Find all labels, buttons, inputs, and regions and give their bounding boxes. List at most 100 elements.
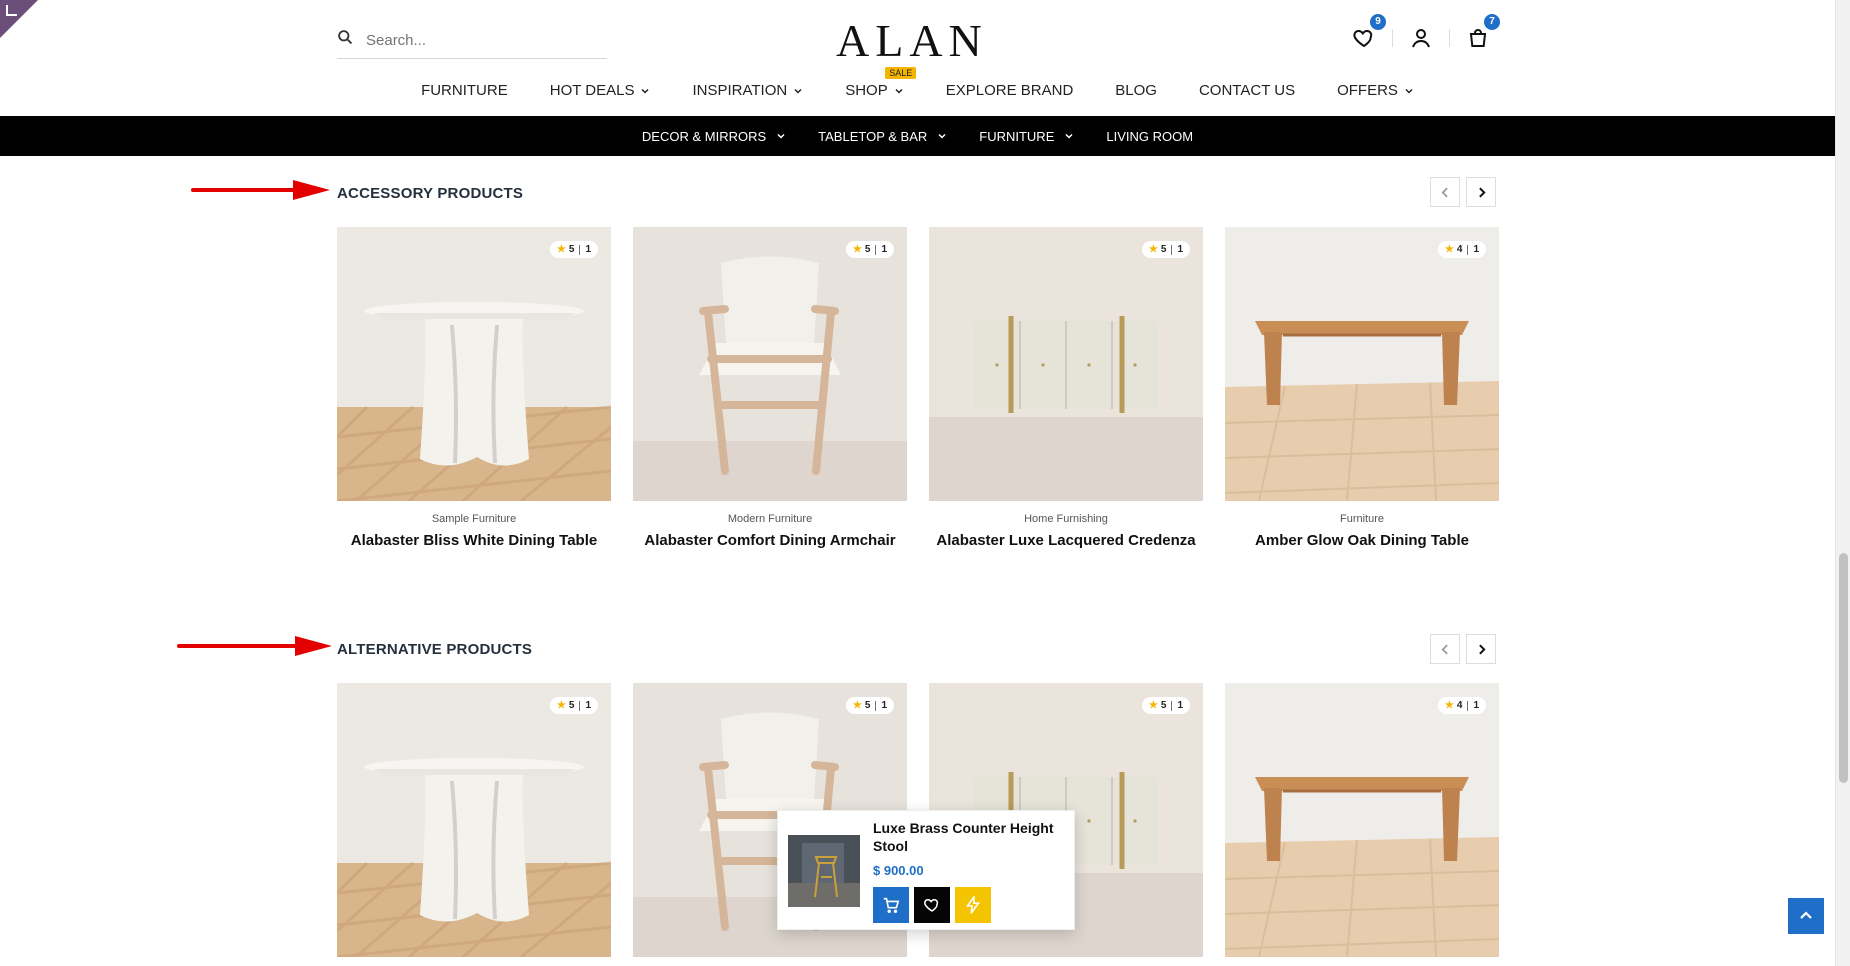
product-name[interactable]: Alabaster Comfort Dining Armchair — [633, 532, 907, 549]
quick-buy-button[interactable] — [955, 887, 991, 923]
chevron-right-icon — [1478, 186, 1486, 198]
product-card[interactable]: ★ 5 1 Modern Furniture Alabaster Comfort D… — [633, 227, 907, 549]
nav-label: CONTACT US — [1198, 82, 1296, 99]
chevron-down-icon — [1405, 88, 1413, 94]
rating-value: 5 — [568, 244, 575, 255]
rating-badge: ★ 5 1 — [1141, 697, 1190, 714]
review-count: 1 — [1177, 244, 1183, 255]
product-image-armchair[interactable]: ★ 5 1 — [633, 227, 907, 501]
star-icon: ★ — [852, 700, 862, 711]
star-icon: ★ — [556, 700, 566, 711]
subnav-label: LIVING ROOM — [1106, 128, 1194, 144]
next-button[interactable] — [1466, 177, 1496, 207]
rating-value: 5 — [864, 244, 871, 255]
product-category[interactable]: Furniture — [1225, 513, 1499, 525]
rating-value: 4 — [1456, 700, 1463, 711]
subnav-decor-mirrors[interactable]: DECOR & MIRRORS — [642, 129, 786, 144]
subnav-label: FURNITURE — [979, 128, 1055, 144]
add-to-wishlist-button[interactable] — [914, 887, 950, 923]
product-name[interactable]: Alabaster Bliss White Dining Table — [337, 532, 611, 549]
rating-divider — [1171, 244, 1173, 255]
product-name[interactable]: Alabaster Luxe Lacquered Credenza — [929, 532, 1203, 549]
header-actions: 9 7 — [1350, 14, 1500, 52]
search-bar[interactable] — [337, 22, 607, 59]
chevron-left-icon — [1441, 187, 1448, 197]
product-card[interactable]: ★ 4 1 — [1225, 683, 1499, 966]
previous-button[interactable] — [1430, 634, 1460, 664]
nav-inspiration[interactable]: INSPIRATION — [692, 82, 803, 99]
header-divider — [1392, 29, 1393, 47]
popup-product-price: $ 900.00 — [873, 863, 924, 878]
nav-label: HOT DEALS — [549, 82, 635, 99]
search-input[interactable] — [366, 31, 586, 49]
star-icon: ★ — [852, 244, 862, 255]
sale-badge: SALE — [885, 67, 917, 79]
nav-label: OFFERS — [1337, 82, 1398, 99]
cart-count-badge: 7 — [1484, 14, 1500, 30]
product-image-oak-table[interactable]: ★ 4 1 — [1225, 683, 1499, 957]
rating-value: 5 — [568, 700, 575, 711]
review-count: 1 — [881, 700, 887, 711]
corner-marker-icon — [6, 5, 17, 16]
header-divider — [1449, 29, 1450, 47]
nav-hot-deals[interactable]: HOT DEALS — [550, 82, 651, 99]
star-icon: ★ — [1444, 700, 1454, 711]
product-card[interactable]: ★ 5 1 — [337, 683, 611, 966]
site-logo[interactable]: ALAN — [836, 14, 988, 67]
main-navigation: FURNITURE HOT DEALS INSPIRATION SHOP SALE… — [0, 67, 1835, 99]
subnav-living-room[interactable]: LIVING ROOM — [1106, 129, 1193, 144]
annotation-arrow — [191, 180, 330, 200]
nav-shop[interactable]: SHOP SALE — [845, 67, 917, 99]
account-button[interactable] — [1407, 24, 1435, 52]
wishlist-button[interactable]: 9 — [1350, 14, 1386, 52]
rating-badge: ★ 5 1 — [845, 241, 894, 258]
previous-button[interactable] — [1430, 177, 1460, 207]
subnav-label: DECOR & MIRRORS — [641, 128, 767, 144]
subnav-tabletop-bar[interactable]: TABLETOP & BAR — [818, 129, 947, 144]
back-to-top-button[interactable] — [1788, 898, 1824, 934]
quick-product-popup[interactable]: Luxe Brass Counter Height Stool $ 900.00 — [777, 810, 1075, 930]
nav-offers[interactable]: OFFERS — [1337, 82, 1414, 99]
nav-label: BLOG — [1115, 82, 1157, 99]
review-count: 1 — [1177, 700, 1183, 711]
rating-divider — [579, 244, 581, 255]
product-category[interactable]: Home Furnishing — [929, 513, 1203, 525]
product-category[interactable]: Modern Furniture — [633, 513, 907, 525]
rating-value: 5 — [1160, 700, 1167, 711]
product-image-round-table[interactable]: ★ 5 1 — [337, 227, 611, 501]
popup-product-name[interactable]: Luxe Brass Counter Height Stool — [873, 819, 1058, 855]
product-card[interactable]: ★ 5 1 Home Furnishing Alabaster Luxe Lacqu… — [929, 227, 1203, 549]
wishlist-count-badge: 9 — [1370, 14, 1386, 30]
nav-explore-brand[interactable]: EXPLORE BRAND — [946, 82, 1074, 99]
chevron-down-icon — [794, 88, 802, 94]
nav-contact-us[interactable]: CONTACT US — [1199, 82, 1295, 99]
cart-button[interactable]: 7 — [1464, 14, 1500, 52]
subnav-furniture[interactable]: FURNITURE — [979, 129, 1074, 144]
nav-furniture[interactable]: FURNITURE — [421, 82, 508, 99]
review-count: 1 — [585, 244, 591, 255]
page-scrollbar[interactable] — [1835, 0, 1850, 966]
product-name[interactable]: Amber Glow Oak Dining Table — [1225, 532, 1499, 549]
stool-product-image[interactable] — [788, 835, 860, 907]
rating-value: 4 — [1456, 244, 1463, 255]
product-category[interactable]: Sample Furniture — [337, 513, 611, 525]
rating-divider — [579, 700, 581, 711]
annotation-arrow — [177, 636, 332, 656]
product-image-round-table[interactable]: ★ 5 1 — [337, 683, 611, 957]
scrollbar-thumb[interactable] — [1839, 553, 1848, 783]
rating-badge: ★ 4 1 — [1437, 697, 1486, 714]
rating-badge: ★ 4 1 — [1437, 241, 1486, 258]
product-image-oak-table[interactable]: ★ 4 1 — [1225, 227, 1499, 501]
subnav-label: TABLETOP & BAR — [818, 128, 928, 144]
product-image-credenza[interactable]: ★ 5 1 — [929, 227, 1203, 501]
rating-badge: ★ 5 1 — [549, 241, 598, 258]
rating-divider — [875, 700, 877, 711]
next-button[interactable] — [1466, 634, 1496, 664]
product-card[interactable]: ★ 4 1 Furniture Amber Glow Oak Dining Tabl… — [1225, 227, 1499, 549]
nav-blog[interactable]: BLOG — [1115, 82, 1157, 99]
product-card[interactable]: ★ 5 1 Sample Furniture Alabaster Bliss Whi… — [337, 227, 611, 549]
chevron-down-icon — [895, 88, 903, 94]
chevron-down-icon — [938, 133, 946, 139]
add-to-cart-button[interactable] — [873, 887, 909, 923]
review-count: 1 — [1473, 700, 1479, 711]
